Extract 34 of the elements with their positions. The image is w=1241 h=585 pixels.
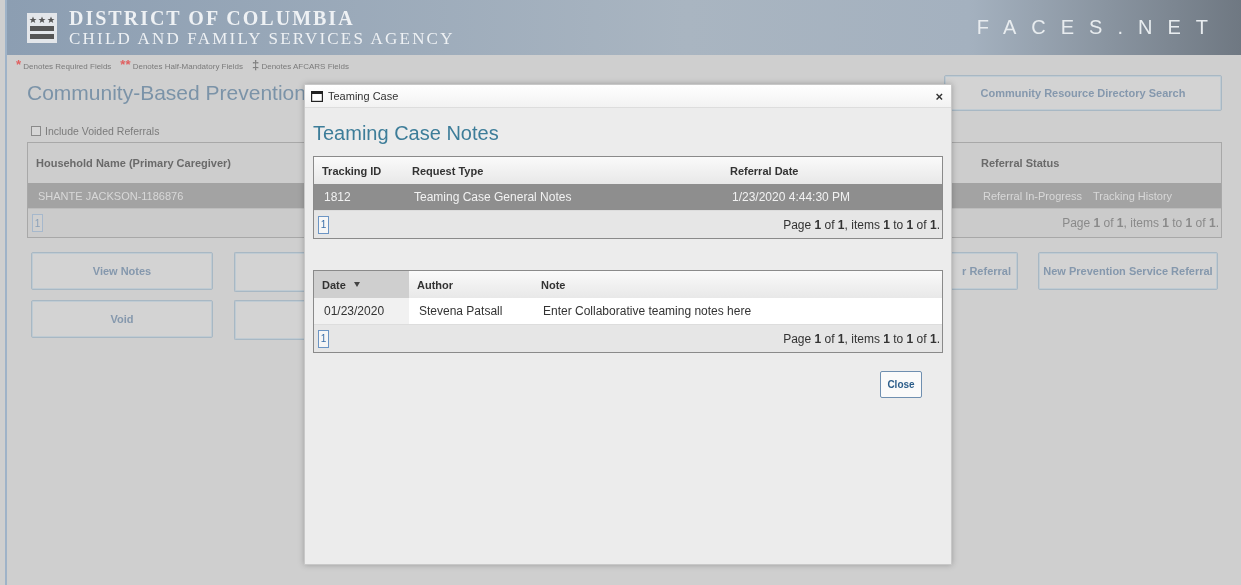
pager-summary: Page 1 of 1, items 1 to 1 of 1. <box>783 217 940 232</box>
product-logo-text: FACES.NET <box>976 16 1223 39</box>
pager-summary: Page 1 of 1, items 1 to 1 of 1. <box>783 331 940 346</box>
page-title: Community-Based Prevention <box>27 81 306 105</box>
column-header[interactable]: Referral Date <box>722 157 942 184</box>
table-cell: Enter Collaborative teaming notes here <box>533 298 942 324</box>
column-header[interactable]: Author <box>409 271 533 298</box>
pager-summary: Page 1 of 1, items 1 to 1 of 1. <box>1062 216 1219 230</box>
agency-name: DISTRICT OF COLUMBIA <box>69 8 356 28</box>
column-header[interactable]: Date <box>314 271 409 298</box>
page-button[interactable]: 1 <box>318 215 329 234</box>
legend-text: ** Denotes Half-Mandatory Fields <box>119 56 243 72</box>
window-icon <box>311 90 323 102</box>
table-cell: Stevena Patsall <box>409 298 533 324</box>
dialog-title: Teaming Case <box>328 90 400 102</box>
column-header[interactable]: Tracking ID <box>314 157 404 184</box>
dialog-heading: Teaming Case Notes <box>313 122 500 145</box>
page-button[interactable]: 1 <box>318 329 329 348</box>
checkbox-label: Include Voided Referrals <box>45 125 160 137</box>
table-cell: 1812 <box>314 184 404 210</box>
legend-text: ‡ Denotes AFCARS Fields <box>250 56 349 72</box>
button[interactable] <box>234 252 305 292</box>
table-cell: 01/23/2020 <box>314 298 409 324</box>
agency-subtitle: CHILD AND FAMILY SERVICES AGENCY <box>69 30 455 47</box>
button[interactable] <box>234 300 305 340</box>
flag-logo-icon <box>27 12 57 43</box>
legend-text: * Denotes Required Fields <box>15 56 112 72</box>
checkbox[interactable] <box>31 126 41 136</box>
column-header[interactable]: Request Type <box>404 157 722 184</box>
close-button[interactable]: Close <box>880 371 922 398</box>
table-cell: 1/23/2020 4:44:30 PM <box>722 184 942 210</box>
column-header[interactable]: Note <box>533 271 942 298</box>
table-cell: Teaming Case General Notes <box>404 184 722 210</box>
sort-descending-icon <box>353 282 360 287</box>
